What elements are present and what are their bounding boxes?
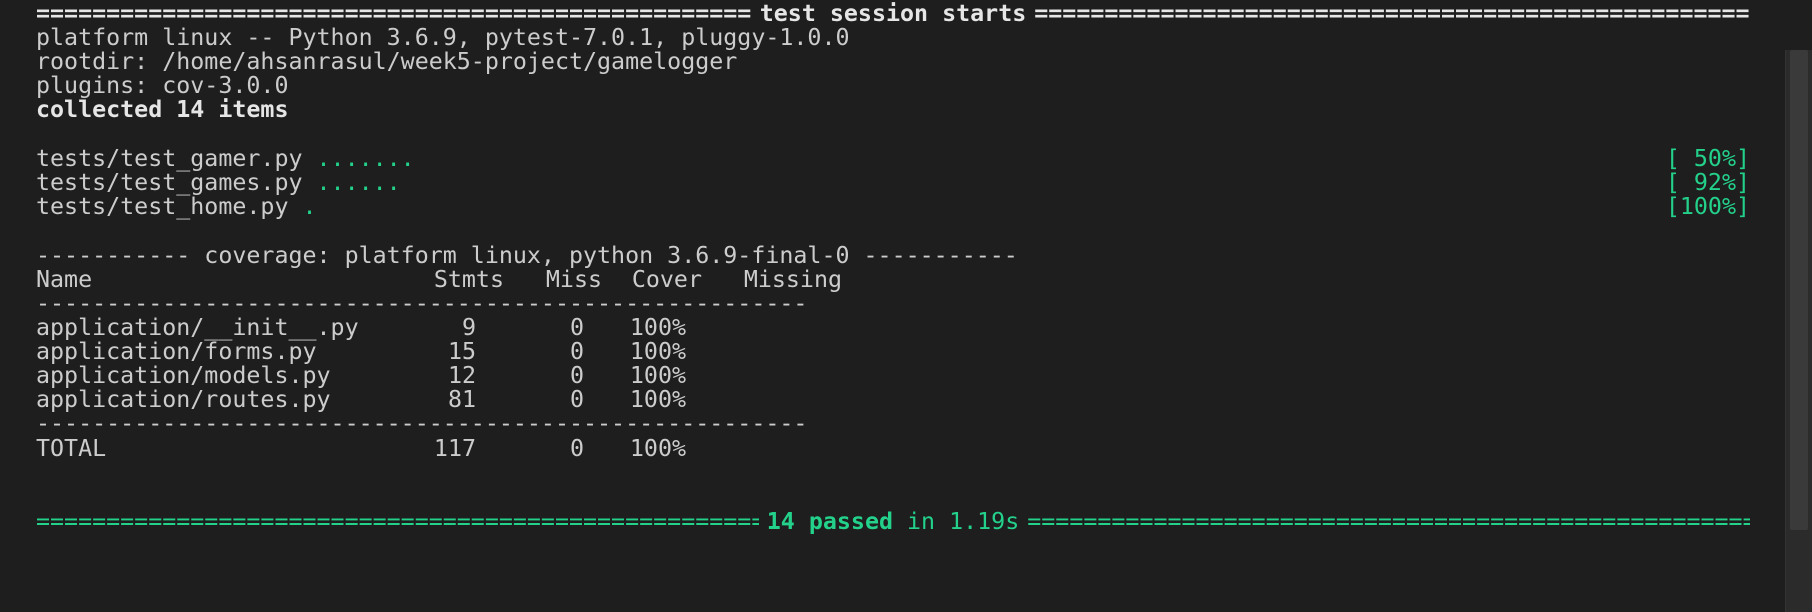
total-name: TOTAL bbox=[36, 435, 107, 462]
coverage-total-row: TOTAL 117 0 100% bbox=[36, 435, 686, 463]
passed-count: 14 passed bbox=[766, 508, 893, 535]
test-progress-dots: ...... bbox=[316, 169, 401, 196]
summary-text: 14 passed in 1.19s bbox=[759, 508, 1027, 536]
test-progress-dots: ....... bbox=[316, 145, 415, 172]
test-line: tests/test_home.py . bbox=[36, 193, 317, 221]
separator-rule-left: ========================================… bbox=[36, 508, 759, 535]
separator-rule-right: ========================================… bbox=[1027, 508, 1750, 535]
total-cover: 100% bbox=[629, 435, 686, 462]
test-file: tests/test_home.py bbox=[36, 193, 303, 220]
test-file: tests/test_gamer.py bbox=[36, 145, 317, 172]
summary-time: in 1.19s bbox=[907, 508, 1020, 535]
coverage-rule: ----------------------------------------… bbox=[36, 410, 808, 437]
scrollbar-thumb[interactable] bbox=[1790, 50, 1808, 530]
total-miss: 0 bbox=[569, 435, 584, 462]
collected-line: collected 14 items bbox=[36, 96, 289, 123]
vertical-scrollbar[interactable] bbox=[1785, 50, 1812, 612]
total-stmts: 117 bbox=[433, 435, 476, 462]
test-file: tests/test_games.py bbox=[36, 169, 317, 196]
separator-rule-right: ========================================… bbox=[1034, 0, 1750, 27]
test-progress-dots: . bbox=[302, 193, 317, 220]
summary-separator: ========================================… bbox=[36, 508, 1750, 536]
test-percent: [100%] bbox=[1665, 193, 1750, 220]
terminal-output[interactable]: ========================================… bbox=[0, 0, 1786, 612]
